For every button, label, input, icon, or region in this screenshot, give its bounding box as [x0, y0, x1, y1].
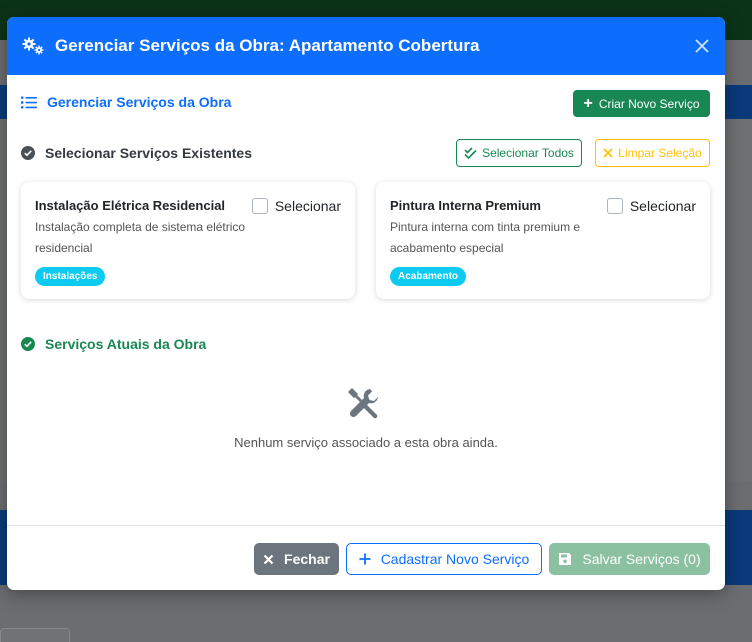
create-service-button[interactable]: + Criar Novo Serviço [573, 90, 710, 117]
save-services-label: Salvar Serviços (0) [582, 551, 701, 567]
category-badge: Instalações [35, 267, 106, 286]
section-header: Gerenciar Serviços da Obra [21, 94, 231, 110]
service-card: Instalação Elétrica Residencial Instalaç… [21, 182, 355, 299]
check-circle-icon [21, 337, 35, 351]
service-card: Pintura Interna Premium Pintura interna … [376, 182, 710, 299]
select-all-label: Selecionar Todos [482, 146, 574, 160]
register-service-button[interactable]: Cadastrar Novo Serviço [346, 543, 542, 575]
current-services-header: Serviços Atuais da Obra [21, 336, 206, 352]
save-icon [558, 552, 572, 566]
check-circle-icon [21, 146, 35, 160]
modal-header: Gerenciar Serviços da Obra: Apartamento … [7, 17, 725, 75]
times-icon [263, 554, 274, 565]
select-all-button[interactable]: Selecionar Todos [456, 139, 582, 167]
clear-selection-button[interactable]: Limpar Seleção [595, 139, 710, 167]
service-select-checkbox[interactable]: Selecionar [251, 198, 341, 214]
save-services-button[interactable]: Salvar Serviços (0) [549, 543, 710, 575]
check-double-icon [464, 147, 477, 159]
select-existing-title: Selecionar Serviços Existentes [45, 145, 252, 161]
tools-icon [348, 388, 378, 419]
background-card [0, 628, 70, 642]
service-description: Instalação completa de sistema elétrico … [35, 220, 246, 255]
close-button[interactable]: Fechar [254, 543, 339, 575]
register-service-label: Cadastrar Novo Serviço [380, 551, 530, 567]
checkbox[interactable] [606, 198, 623, 214]
plus-icon [359, 553, 371, 565]
close-icon[interactable] [693, 37, 711, 55]
modal-title: Gerenciar Serviços da Obra: Apartamento … [55, 36, 480, 55]
section-title: Gerenciar Serviços da Obra [47, 94, 232, 110]
category-badge: Acabamento [390, 267, 467, 286]
service-select-checkbox[interactable]: Selecionar [606, 198, 696, 214]
plus-icon: + [583, 94, 593, 112]
list-icon [21, 96, 37, 108]
clear-selection-label: Limpar Seleção [618, 146, 702, 160]
service-description: Pintura interna com tinta premium e acab… [390, 220, 581, 255]
select-label: Selecionar [274, 198, 341, 214]
close-label: Fechar [284, 551, 330, 567]
modal-footer: Fechar Cadastrar Novo Serviço Salvar Ser… [7, 525, 725, 590]
create-service-label: Criar Novo Serviço [598, 96, 700, 111]
background-footer [0, 585, 752, 642]
select-label: Selecionar [629, 198, 696, 214]
empty-state-message: Nenhum serviço associado a esta obra ain… [234, 435, 498, 450]
cogs-icon [22, 37, 44, 55]
select-existing-header: Selecionar Serviços Existentes [21, 145, 252, 161]
times-icon [603, 148, 613, 158]
checkbox[interactable] [251, 198, 268, 214]
current-services-title: Serviços Atuais da Obra [45, 336, 207, 352]
manage-services-modal: Gerenciar Serviços da Obra: Apartamento … [7, 17, 725, 590]
